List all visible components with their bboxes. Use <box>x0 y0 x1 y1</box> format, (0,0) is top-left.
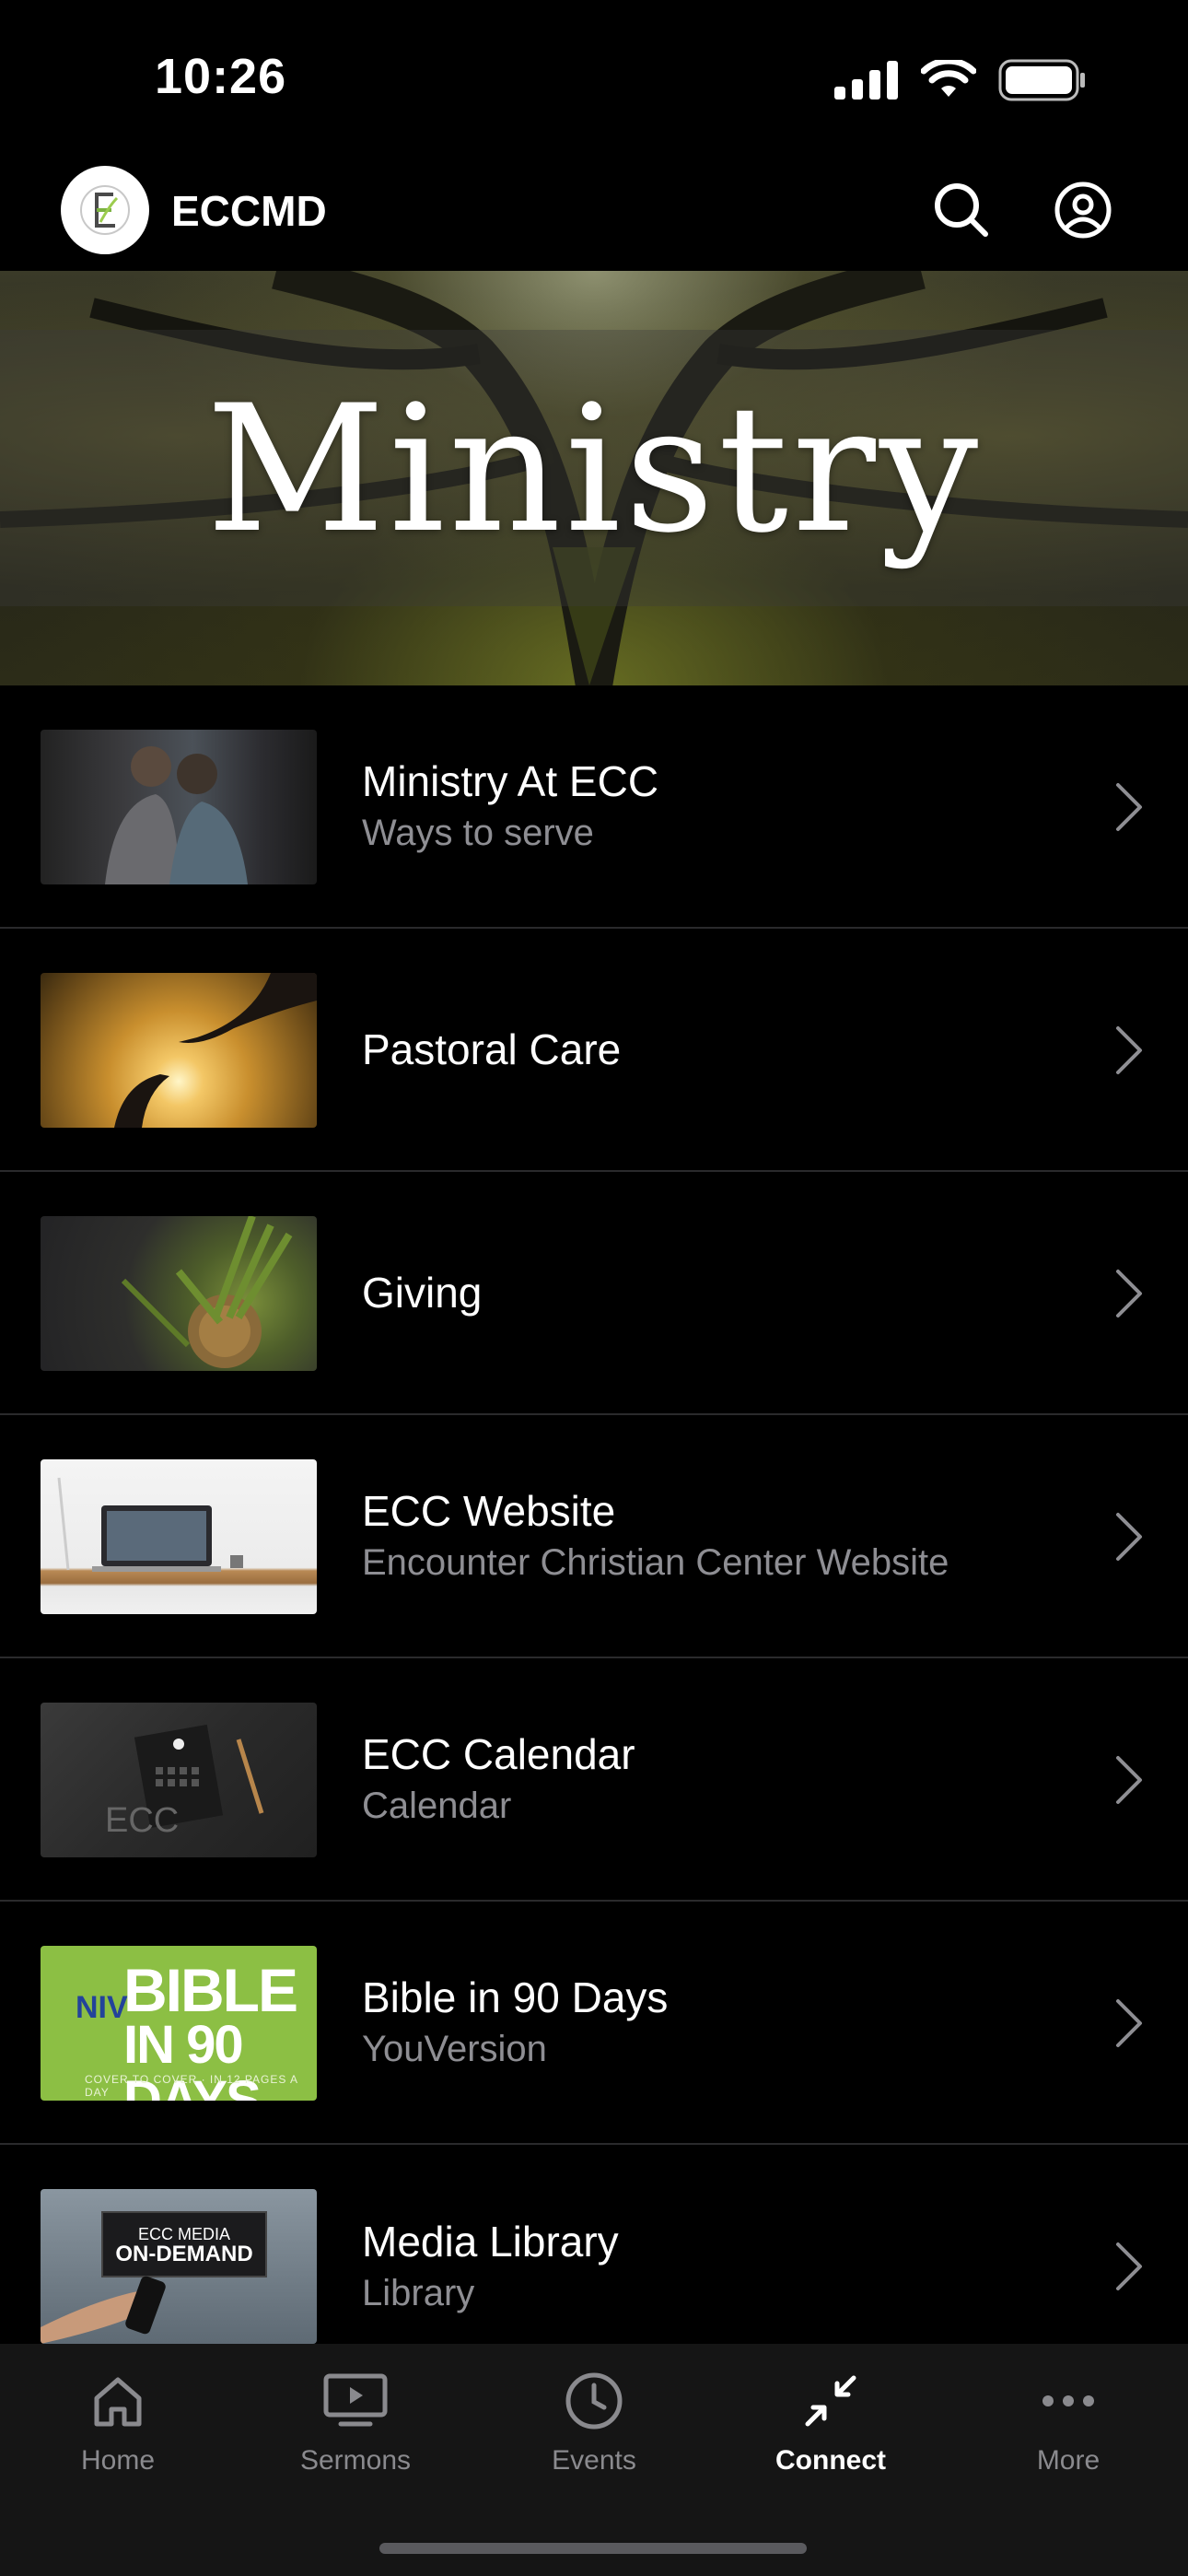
item-title: Bible in 90 Days <box>362 1973 669 2021</box>
item-text: Giving <box>362 1172 1077 1413</box>
item-text: Pastoral Care <box>362 929 1077 1170</box>
connect-icon <box>805 2375 856 2427</box>
home-icon <box>94 2377 142 2427</box>
item-text: Ministry At ECC Ways to serve <box>362 685 1077 927</box>
wheat-image <box>121 1216 293 1368</box>
bible-niv-label: NIV <box>76 1990 128 2025</box>
calendar-thumbnail: ECC <box>41 1703 317 1857</box>
item-subtitle: Encounter Christian Center Website <box>362 1542 949 1583</box>
tab-label: Home <box>80 2445 156 2476</box>
media-thumbnail: ECC MEDIA ON-DEMAND <box>41 2189 317 2344</box>
list-item-bible-in-90-days[interactable]: NIV BIBLE IN 90 DAYS COVER TO COVER · IN… <box>0 1902 1188 2145</box>
item-subtitle: Library <box>362 2273 475 2313</box>
item-text: ECC Website Encounter Christian Center W… <box>362 1415 1077 1657</box>
battery-icon <box>998 59 1085 101</box>
tab-label: Events <box>552 2445 636 2476</box>
hero-title: Ministry <box>205 368 983 571</box>
ministry-thumbnail <box>41 730 317 884</box>
pastoral-care-thumbnail <box>41 973 317 1128</box>
clock-icon <box>565 2372 623 2430</box>
item-subtitle: Calendar <box>362 1786 512 1826</box>
logo-icon <box>80 185 130 235</box>
bible-title-line1: BIBLE <box>123 1956 298 2024</box>
status-icons <box>834 57 1087 103</box>
home-indicator[interactable] <box>379 2543 807 2554</box>
item-subtitle: Ways to serve <box>362 813 594 853</box>
item-title: Giving <box>362 1269 483 1317</box>
cellular-signal-icon <box>834 61 898 100</box>
item-subtitle: YouVersion <box>362 2029 547 2069</box>
tab-home[interactable]: Home <box>26 2366 210 2486</box>
list-item-pastoral-care[interactable]: Pastoral Care <box>0 929 1188 1172</box>
wifi-icon <box>921 60 976 97</box>
search-button[interactable] <box>926 175 996 245</box>
item-title: Media Library <box>362 2218 619 2266</box>
item-title: ECC Calendar <box>362 1730 635 1778</box>
status-bar: 10:26 <box>0 0 1188 147</box>
tab-connect[interactable]: Connect <box>739 2366 923 2486</box>
chevron-right-icon <box>1116 783 1142 831</box>
website-thumbnail <box>41 1459 317 1614</box>
bible-footer: COVER TO COVER · IN 12 PAGES A DAY <box>85 2073 298 2099</box>
list-item-giving[interactable]: Giving <box>0 1172 1188 1415</box>
chevron-right-icon <box>1116 1270 1142 1317</box>
svg-text:ECC: ECC <box>105 1801 179 1840</box>
laptop-desk-image <box>57 1477 243 1572</box>
item-title: ECC Website <box>362 1487 616 1535</box>
app-name: ECCMD <box>171 187 327 235</box>
chevron-right-icon <box>1116 2242 1142 2290</box>
profile-icon <box>1054 181 1112 239</box>
status-time: 10:26 <box>155 49 287 104</box>
tab-bar: Home Sermons Events Connect More <box>0 2344 1188 2576</box>
list-item-ministry-at-ecc[interactable]: Ministry At ECC Ways to serve <box>0 685 1188 929</box>
tab-sermons[interactable]: Sermons <box>263 2366 448 2486</box>
item-title: Ministry At ECC <box>362 757 659 805</box>
chevron-right-icon <box>1116 1026 1142 1074</box>
giving-thumbnail <box>41 1216 317 1371</box>
tab-label: Sermons <box>299 2445 412 2476</box>
item-text: Bible in 90 Days YouVersion <box>362 1902 1077 2143</box>
tab-label: Connect <box>775 2445 886 2476</box>
bible-thumbnail: NIV BIBLE IN 90 DAYS COVER TO COVER · IN… <box>41 1946 317 2101</box>
search-icon <box>935 183 988 237</box>
desk-calendar-image: ECC <box>105 1724 264 1840</box>
app-header: ECCMD <box>0 147 1188 271</box>
chevron-right-icon <box>1116 1756 1142 1804</box>
hero-banner: Ministry <box>0 271 1188 685</box>
reaching-hands-image <box>114 973 317 1128</box>
tab-more[interactable]: More <box>976 2366 1160 2486</box>
chevron-right-icon <box>1116 1999 1142 2047</box>
item-text: ECC Calendar Calendar <box>362 1658 1077 1900</box>
ministry-list: Ministry At ECC Ways to serve Pastoral C… <box>0 685 1188 2388</box>
sermons-icon <box>323 2373 388 2427</box>
tab-events[interactable]: Events <box>502 2366 686 2486</box>
app-logo[interactable] <box>61 166 149 254</box>
list-item-ecc-website[interactable]: ECC Website Encounter Christian Center W… <box>0 1415 1188 1658</box>
profile-button[interactable] <box>1048 175 1118 245</box>
people-praying-image <box>105 746 248 884</box>
chevron-right-icon <box>1116 1513 1142 1561</box>
tab-label: More <box>1036 2445 1101 2476</box>
list-item-ecc-calendar[interactable]: ECC ECC Calendar Calendar <box>0 1658 1188 1902</box>
item-title: Pastoral Care <box>362 1025 622 1073</box>
more-icon <box>1042 2395 1094 2406</box>
remote-hand-image <box>41 2276 166 2344</box>
